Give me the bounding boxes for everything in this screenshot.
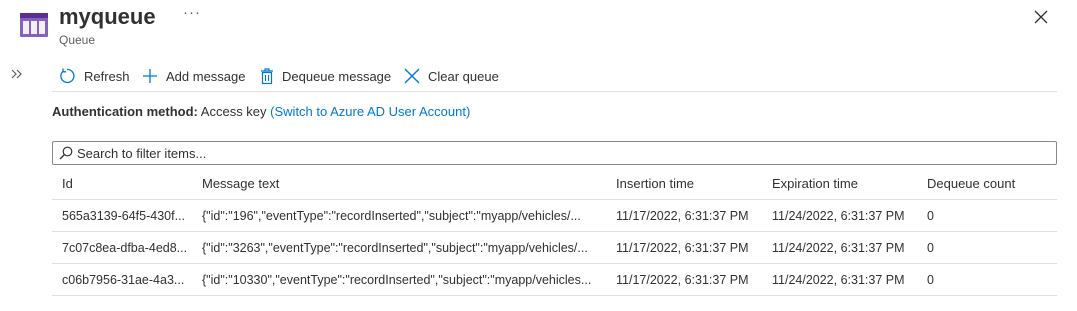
table-row[interactable]: 7c07c8ea-dfba-4ed8... {"id":"3263","even… (52, 232, 1057, 264)
table-row[interactable]: 565a3139-64f5-430f... {"id":"196","event… (52, 200, 1057, 232)
column-header-message-text[interactable]: Message text (202, 168, 612, 199)
cell-id: 7c07c8ea-dfba-4ed8... (62, 240, 188, 255)
clear-icon (404, 68, 420, 84)
cell-message-text: {"id":"196","eventType":"recordInserted"… (202, 208, 581, 223)
auth-method-value: Access key (200, 104, 267, 119)
dequeue-message-button[interactable]: Dequeue message (260, 65, 391, 87)
cell-insertion-time: 11/17/2022, 6:31:37 PM (616, 240, 749, 255)
table-row[interactable]: c06b7956-31ae-4a3... {"id":"10330","even… (52, 264, 1057, 296)
search-box[interactable] (52, 141, 1057, 165)
cell-dequeue-count: 0 (927, 272, 934, 287)
dequeue-message-label: Dequeue message (282, 68, 392, 84)
column-header-id[interactable]: Id (62, 168, 200, 199)
cell-dequeue-count: 0 (927, 208, 934, 223)
column-header-dequeue-count[interactable]: Dequeue count (927, 168, 1047, 199)
clear-queue-button[interactable]: Clear queue (404, 65, 499, 87)
cell-id: 565a3139-64f5-430f... (62, 208, 186, 223)
refresh-label: Refresh (84, 68, 130, 84)
cell-message-text: {"id":"10330","eventType":"recordInserte… (202, 272, 592, 287)
refresh-icon (60, 68, 75, 84)
queue-icon (20, 13, 48, 37)
add-icon (143, 69, 157, 83)
cell-insertion-time: 11/17/2022, 6:31:37 PM (616, 272, 749, 287)
clear-queue-label: Clear queue (428, 68, 499, 84)
refresh-button[interactable]: Refresh (58, 65, 130, 87)
add-message-label: Add message (166, 68, 246, 84)
cell-expiration-time: 11/24/2022, 6:31:37 PM (772, 272, 905, 287)
auth-method: Authentication method: Access key (Switc… (52, 104, 470, 119)
messages-table: Id Message text Insertion time Expiratio… (52, 168, 1057, 296)
close-icon[interactable] (1033, 9, 1049, 25)
column-header-expiration-time[interactable]: Expiration time (772, 168, 922, 199)
cell-expiration-time: 11/24/2022, 6:31:37 PM (772, 208, 905, 223)
page-subtitle: Queue (59, 33, 96, 47)
cell-message-text: {"id":"3263","eventType":"recordInserted… (202, 240, 588, 255)
search-icon (59, 146, 73, 160)
column-header-insertion-time[interactable]: Insertion time (616, 168, 766, 199)
command-bar: Refresh Add message Dequeue message Clea… (52, 62, 1057, 92)
table-header: Id Message text Insertion time Expiratio… (52, 168, 1057, 200)
cell-dequeue-count: 0 (927, 240, 934, 255)
page-title: myqueue (59, 4, 156, 29)
search-input[interactable] (77, 145, 1037, 161)
more-icon[interactable]: ··· (183, 4, 201, 21)
cell-id: c06b7956-31ae-4a3... (62, 272, 185, 287)
cell-insertion-time: 11/17/2022, 6:31:37 PM (616, 208, 749, 223)
cell-expiration-time: 11/24/2022, 6:31:37 PM (772, 240, 905, 255)
trash-icon (261, 67, 273, 84)
switch-auth-link[interactable]: (Switch to Azure AD User Account) (270, 104, 470, 119)
expand-icon[interactable] (10, 67, 24, 81)
auth-method-label: Authentication method: (52, 104, 198, 119)
add-message-button[interactable]: Add message (142, 65, 246, 87)
